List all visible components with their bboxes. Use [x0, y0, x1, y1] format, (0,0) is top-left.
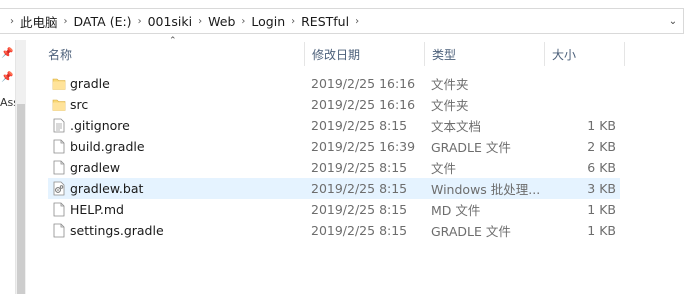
batch-file-icon: [52, 181, 66, 196]
file-modified-date: 2019/2/25 8:15: [311, 118, 408, 133]
file-type: Windows 批处理...: [431, 182, 541, 197]
breadcrumb-item-login[interactable]: Login: [251, 14, 285, 29]
breadcrumb-item-restful[interactable]: RESTful: [301, 14, 349, 29]
file-name: build.gradle: [70, 139, 145, 154]
file-type: MD 文件: [431, 203, 481, 218]
address-history-dropdown-icon[interactable]: ⌄: [665, 13, 681, 29]
address-bar-area: › 此电脑 › DATA (E:) › 001siki › Web › Logi…: [0, 0, 686, 40]
breadcrumb-chevron-icon[interactable]: ›: [349, 16, 365, 27]
file-size: [546, 94, 616, 115]
file-type: 文件: [431, 161, 457, 176]
file-size: 2 KB: [587, 139, 616, 154]
breadcrumb-chevron-icon[interactable]: ›: [58, 16, 74, 27]
file-name: settings.gradle: [70, 223, 164, 238]
file-icon: [52, 139, 66, 154]
file-row[interactable]: settings.gradle 2019/2/25 8:15 GRADLE 文件 1 …: [48, 220, 620, 241]
breadcrumb-item-this-pc[interactable]: 此电脑: [20, 12, 58, 31]
file-row[interactable]: gradle 2019/2/25 16:16 文件夹: [48, 73, 620, 94]
file-modified-date: 2019/2/25 16:16: [311, 97, 416, 112]
file-icon: [52, 160, 66, 175]
file-size: 1 KB: [587, 223, 616, 238]
file-row[interactable]: HELP.md 2019/2/25 8:15 MD 文件 1 KB: [48, 199, 620, 220]
breadcrumb-chevron-icon[interactable]: ›: [192, 16, 208, 27]
file-row[interactable]: gradlew.bat 2019/2/25 8:15 Windows 批处理... 3…: [48, 178, 620, 199]
file-size: 6 KB: [587, 160, 616, 175]
file-modified-date: 2019/2/25 16:16: [311, 76, 416, 91]
nav-scrollbar-thumb[interactable]: [17, 104, 25, 294]
folder-icon: [52, 97, 66, 112]
column-header-name[interactable]: 名称: [40, 40, 304, 68]
file-name: src: [70, 97, 89, 112]
breadcrumb-chevron-icon[interactable]: ›: [285, 16, 301, 27]
file-icon: [52, 202, 66, 217]
column-header-type[interactable]: 类型: [424, 40, 544, 68]
file-name: gradlew.bat: [70, 181, 144, 196]
file-icon: [52, 223, 66, 238]
file-modified-date: 2019/2/25 8:15: [311, 202, 408, 217]
file-type: GRADLE 文件: [431, 224, 511, 239]
file-size: 1 KB: [587, 118, 616, 133]
breadcrumb-chevron-icon[interactable]: ›: [4, 16, 20, 27]
breadcrumb-item-drive[interactable]: DATA (E:): [74, 14, 132, 29]
navigation-pane: 📌 📌 Ass: [0, 40, 28, 294]
file-type: 文件夹: [431, 98, 469, 113]
file-type: GRADLE 文件: [431, 140, 511, 155]
address-bar[interactable]: › 此电脑 › DATA (E:) › 001siki › Web › Logi…: [0, 8, 684, 34]
file-name: gradlew: [70, 160, 121, 175]
column-header: ⌃ 名称 修改日期 类型 大小: [40, 36, 686, 68]
file-size: 1 KB: [587, 202, 616, 217]
file-name: .gitignore: [70, 118, 130, 133]
file-modified-date: 2019/2/25 8:15: [311, 181, 408, 196]
pin-icon[interactable]: 📌: [1, 72, 13, 83]
folder-icon: [52, 76, 66, 91]
column-header-modified[interactable]: 修改日期: [304, 40, 424, 68]
file-name: HELP.md: [70, 202, 124, 217]
file-size: 3 KB: [587, 181, 616, 196]
file-modified-date: 2019/2/25 8:15: [311, 160, 408, 175]
file-type: 文本文档: [431, 119, 482, 134]
file-row[interactable]: src 2019/2/25 16:16 文件夹: [48, 94, 620, 115]
breadcrumb-chevron-icon[interactable]: ›: [235, 16, 251, 27]
column-divider[interactable]: [624, 42, 625, 66]
column-header-size[interactable]: 大小: [544, 40, 624, 68]
file-type: 文件夹: [431, 77, 469, 92]
file-row[interactable]: gradlew 2019/2/25 8:15 文件 6 KB: [48, 157, 620, 178]
file-modified-date: 2019/2/25 8:15: [311, 223, 408, 238]
file-row[interactable]: build.gradle 2019/2/25 16:39 GRADLE 文件 2 KB: [48, 136, 620, 157]
file-size: [546, 73, 616, 94]
file-modified-date: 2019/2/25 16:39: [311, 139, 416, 154]
nav-scrollbar[interactable]: [15, 40, 26, 294]
file-row[interactable]: .gitignore 2019/2/25 8:15 文本文档 1 KB: [48, 115, 620, 136]
breadcrumb-chevron-icon[interactable]: ›: [132, 16, 148, 27]
file-name: gradle: [70, 76, 110, 91]
text-file-icon: [52, 118, 66, 133]
breadcrumb: › 此电脑 › DATA (E:) › 001siki › Web › Logi…: [0, 9, 365, 33]
breadcrumb-item-web[interactable]: Web: [208, 14, 235, 29]
breadcrumb-item-001siki[interactable]: 001siki: [148, 14, 193, 29]
pin-icon[interactable]: 📌: [1, 48, 13, 59]
